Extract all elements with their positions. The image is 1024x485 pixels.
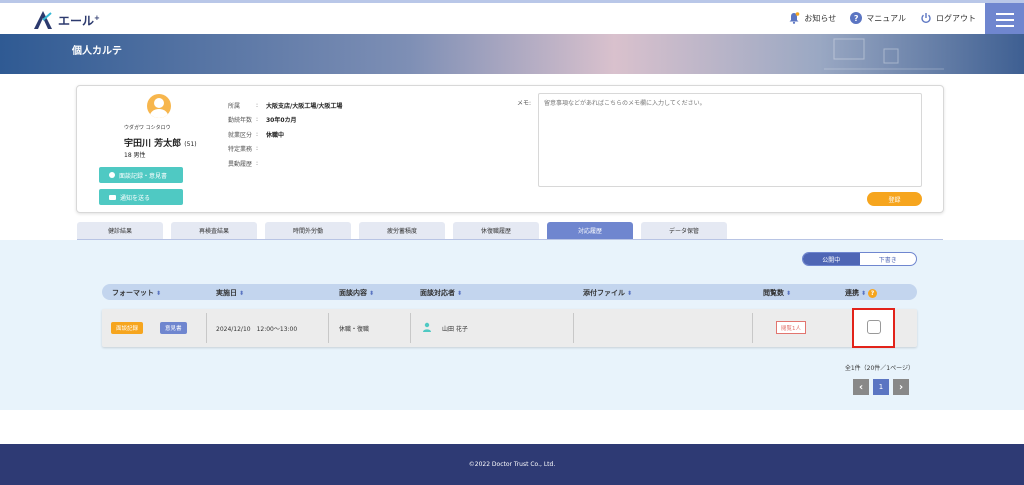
employee-kana: ウダガワ コシタロウ: [124, 125, 171, 131]
logo-mark-icon: [34, 11, 52, 29]
tab-bar: 健診結果 再検査結果 時間外労働 疲労蓄積度 休復職履歴 対応履歴 データ保管: [77, 222, 735, 239]
opinion-tag[interactable]: 意見書: [160, 322, 187, 334]
sort-icon: ⬍: [239, 289, 245, 297]
help-icon: ?: [850, 12, 863, 24]
hamburger-line: [995, 19, 1014, 21]
help-icon[interactable]: ?: [868, 288, 878, 298]
power-icon: [921, 13, 931, 24]
news-link[interactable]: お知らせ: [788, 12, 836, 24]
bell-icon: [789, 12, 800, 24]
info-row-specific-work: 特定業務 :: [228, 145, 259, 154]
register-button[interactable]: 登録: [867, 192, 922, 206]
employee-info-table: 所属 : 大阪支店/大阪工場/大阪工場 勤続年数 : 30年0カ月 就業区分 :…: [228, 98, 342, 171]
banner-decoration-icon: [824, 38, 944, 70]
info-row-employment-status: 就業区分 : 休職中: [228, 130, 285, 139]
logo-text: エール+: [58, 13, 100, 28]
next-page-button[interactable]: ›: [893, 379, 909, 395]
top-bar: エール+ お知らせ ? マニュアル ログアウト: [0, 0, 1024, 37]
hamburger-menu-button[interactable]: [985, 3, 1024, 37]
toggle-draft[interactable]: 下書き: [860, 253, 917, 265]
logout-link[interactable]: ログアウト: [920, 12, 976, 24]
toggle-published[interactable]: 公開中: [803, 253, 860, 265]
tab-data-storage[interactable]: データ保管: [641, 222, 727, 239]
info-row-department: 所属 : 大阪支店/大阪工場/大阪工場: [228, 101, 343, 110]
interview-record-tag[interactable]: 面談記録: [111, 322, 144, 334]
memo-label: メモ:: [517, 100, 532, 107]
column-divider: [573, 313, 574, 343]
page-title: 個人カルテ: [72, 46, 122, 57]
send-notification-label: 通知を送る: [120, 194, 151, 202]
info-row-tenure: 勤続年数 : 30年0カ月: [228, 116, 297, 125]
sort-icon: ⬍: [627, 289, 633, 297]
info-row-transfer-history: 異動履歴 :: [228, 159, 259, 168]
link-checkbox[interactable]: [867, 320, 881, 334]
hamburger-line: [995, 13, 1014, 15]
employee-age-paren: (51): [184, 141, 197, 148]
sort-icon: ⬍: [156, 289, 162, 297]
column-divider: [328, 313, 329, 343]
copyright-text: ©2022 Doctor Trust Co., Ltd.: [468, 461, 556, 468]
pagination-summary: 全1件（20件／1ページ）: [844, 365, 914, 372]
column-divider: [206, 313, 207, 343]
header-content[interactable]: 面談内容 ⬍: [339, 288, 374, 298]
pagination: ‹ 1 ›: [853, 379, 909, 395]
prev-page-button[interactable]: ‹: [853, 379, 869, 395]
column-divider: [752, 313, 753, 343]
header-link[interactable]: 連携 ⬍ ?: [845, 288, 878, 298]
employee-age-gender: 18 男性: [124, 152, 146, 159]
header-responder[interactable]: 面談対応者 ⬍: [420, 288, 462, 298]
header-date[interactable]: 実施日 ⬍: [216, 288, 244, 298]
row-content: 休職・復職: [339, 326, 370, 333]
tab-reexam[interactable]: 再検査結果: [171, 222, 257, 239]
app-logo[interactable]: エール+: [32, 9, 100, 31]
row-date: 2024/12/10 12:00〜13:00: [216, 326, 298, 333]
sort-icon: ⬍: [786, 289, 792, 297]
sort-icon: ⬍: [457, 289, 463, 297]
interview-record-label: 面談記録・意見書: [119, 172, 168, 180]
send-notification-button[interactable]: 通知を送る: [99, 189, 183, 205]
sort-icon: ⬍: [369, 289, 375, 297]
tab-health-checkup[interactable]: 健診結果: [77, 222, 163, 239]
table-row[interactable]: 面談記録 意見書 2024/12/10 12:00〜13:00 休職・復職 山田…: [102, 308, 917, 348]
sort-icon: ⬍: [861, 289, 867, 297]
memo-input[interactable]: [538, 93, 922, 187]
employee-name-text: 宇田川 芳太郎: [124, 139, 182, 149]
column-divider: [410, 313, 411, 343]
logout-label: ログアウト: [936, 13, 976, 23]
footer: ©2022 Doctor Trust Co., Ltd.: [0, 444, 1024, 485]
play-icon: [109, 172, 115, 178]
person-icon: [423, 322, 431, 332]
tab-overtime[interactable]: 時間外労働: [265, 222, 351, 239]
manual-label: マニュアル: [866, 13, 906, 23]
avatar-head: [154, 98, 164, 108]
link-checkbox-highlight: [852, 308, 895, 348]
profile-card: ウダガワ コシタロウ 宇田川 芳太郎 (51) 18 男性 面談記録・意見書 通…: [76, 85, 944, 213]
header-format[interactable]: フォーマット ⬍: [112, 288, 161, 298]
news-label: お知らせ: [804, 13, 837, 23]
header-views[interactable]: 閲覧数 ⬍: [763, 288, 791, 298]
publish-toggle: 公開中 下書き: [802, 252, 917, 266]
page-banner: 個人カルテ: [0, 34, 1024, 74]
view-count-badge[interactable]: 閲覧1人: [776, 321, 806, 334]
tab-fatigue[interactable]: 疲労蓄積度: [359, 222, 445, 239]
hamburger-line: [995, 25, 1014, 27]
header-nav: お知らせ ? マニュアル ログアウト: [788, 12, 976, 24]
avatar-body: [150, 109, 168, 118]
avatar: [147, 94, 171, 118]
row-responder: 山田 花子: [442, 326, 468, 333]
tab-leave-history[interactable]: 休復職履歴: [453, 222, 539, 239]
tab-underline: [77, 239, 943, 240]
employee-name: 宇田川 芳太郎 (51): [124, 136, 197, 149]
table-header: フォーマット ⬍ 実施日 ⬍ 面談内容 ⬍ 面談対応者 ⬍ 添付ファイル ⬍ 閲覧数 ⬍ 連…: [102, 284, 917, 300]
manual-link[interactable]: ? マニュアル: [850, 12, 906, 24]
mail-icon: [109, 194, 116, 200]
header-attachment[interactable]: 添付ファイル ⬍: [583, 288, 632, 298]
interview-record-button[interactable]: 面談記録・意見書: [99, 167, 183, 183]
tab-response-history[interactable]: 対応履歴: [547, 222, 633, 239]
page-1-button[interactable]: 1: [873, 379, 889, 395]
